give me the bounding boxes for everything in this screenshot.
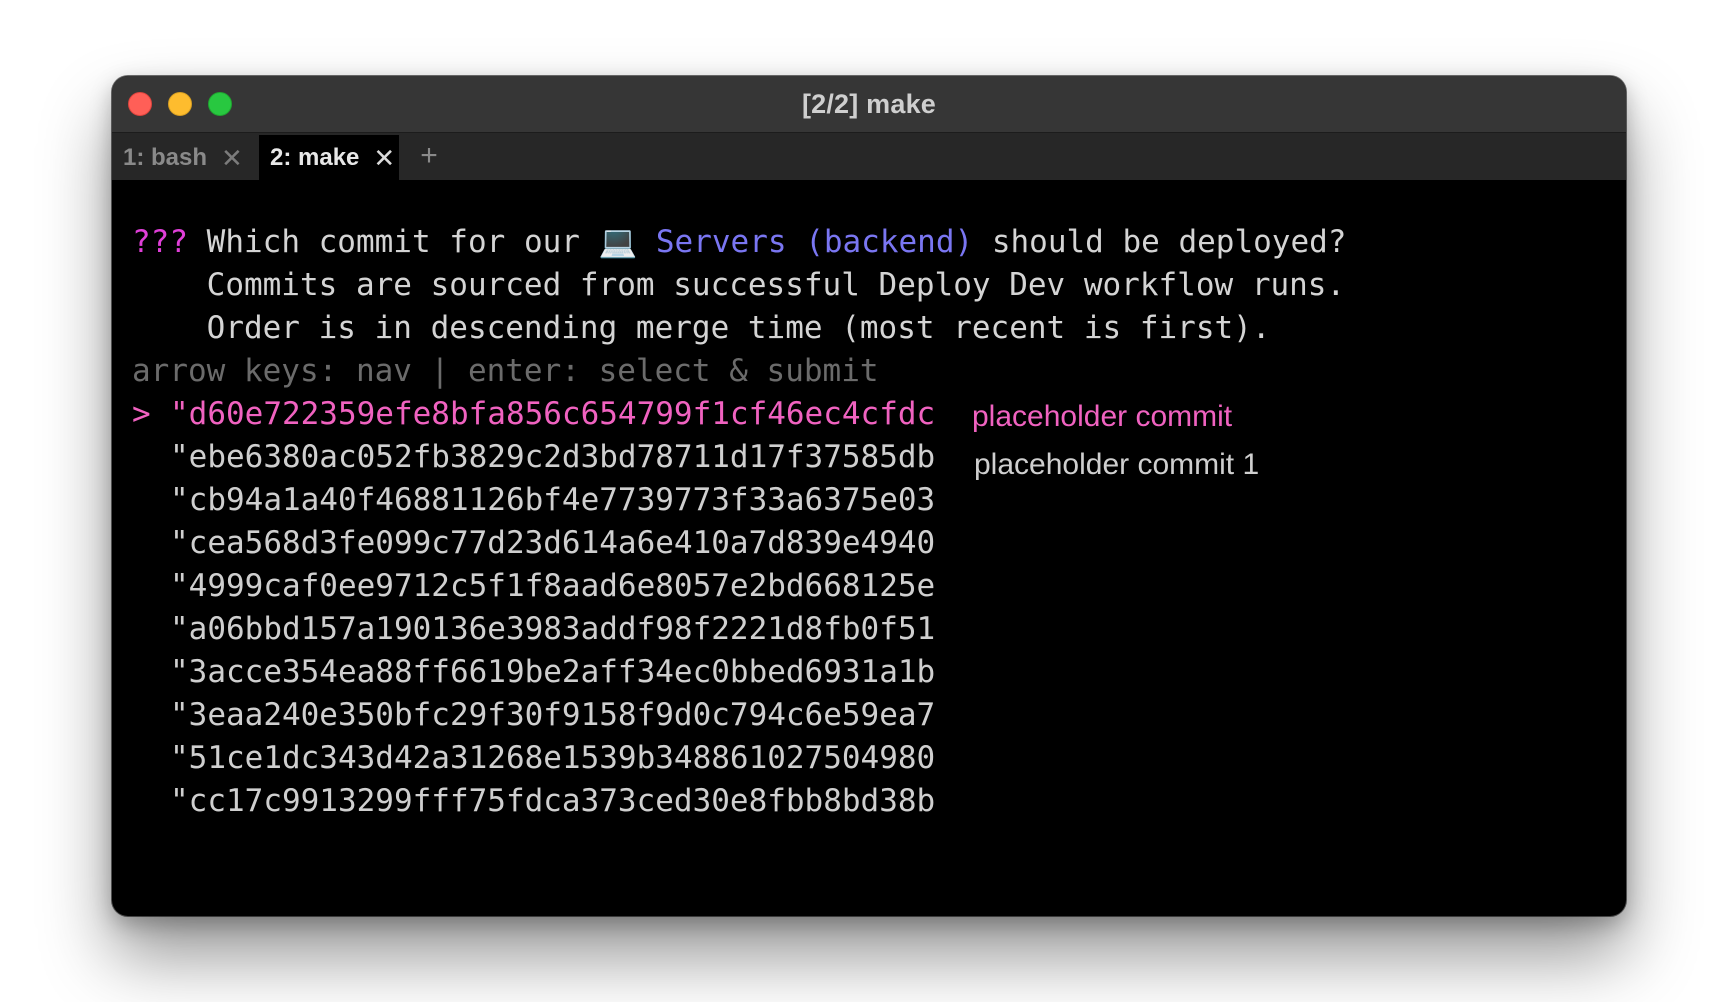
commit-description: placeholder commit 1 [974,448,1260,481]
commit-option[interactable]: "d60e722359efe8bfa856c654799f1cf46ec4cfd… [170,393,935,436]
commit-option[interactable]: "cea568d3fe099c77d23d614a6e410a7d839e494… [170,522,935,565]
commit-option[interactable]: "4999caf0ee9712c5f1f8aad6e8057e2bd668125… [170,565,935,608]
close-tab-icon[interactable]: ✕ [373,145,395,171]
question-text-before: Which commit for our [188,224,599,260]
tab-label: 1: bash [123,143,208,171]
prompt-question: ??? Which commit for our 💻 Servers (back… [132,221,1346,264]
question-text-after: should be deployed? [973,224,1347,260]
tab-make[interactable]: 2: make ✕ [259,135,399,180]
commit-option[interactable]: "a06bbd157a190136e3983addf98f2221d8fb0f5… [170,608,935,651]
tab-bar: 1: bash ✕ 2: make ✕ + [112,133,1626,180]
commit-option[interactable]: "cc17c9913299fff75fdca373ced30e8fbb8bd38… [170,780,935,823]
commit-option[interactable]: "ebe6380ac052fb3829c2d3bd78711d17f37585d… [170,436,935,479]
tab-label: 2: make [270,143,360,171]
commit-option[interactable]: "3acce354ea88ff6619be2aff34ec0bbed6931a1… [170,651,935,694]
terminal-window: [2/2] make 1: bash ✕ 2: make ✕ + ??? Whi… [112,76,1626,916]
commit-option[interactable]: "3eaa240e350bfc29f30f9158f9d0c794c6e59ea… [170,694,935,737]
window-title: [2/2] make [801,89,937,119]
title-bar[interactable]: [2/2] make [112,76,1626,133]
tab-bash[interactable]: 1: bash ✕ [112,135,258,180]
commit-option[interactable]: "51ce1dc343d42a31268e1539b34886102750498… [170,737,935,780]
new-tab-button[interactable]: + [414,139,444,173]
close-tab-icon[interactable]: ✕ [221,145,243,171]
prompt-detail-line: Commits are sourced from successful Depl… [132,267,1346,303]
commit-description: placeholder commit [972,400,1233,433]
service-name: Servers (backend) [637,224,974,260]
prompt-marker: ??? [132,224,188,260]
laptop-icon: 💻 [598,224,638,260]
selection-cursor: > [132,396,151,432]
terminal-output[interactable]: ??? Which commit for our 💻 Servers (back… [132,180,1626,916]
commit-option[interactable]: "cb94a1a40f46881126bf4e7739773f33a6375e0… [170,479,935,522]
keyboard-hint: arrow keys: nav | enter: select & submit [132,353,879,389]
prompt-detail-line: Order is in descending merge time (most … [132,310,1271,346]
